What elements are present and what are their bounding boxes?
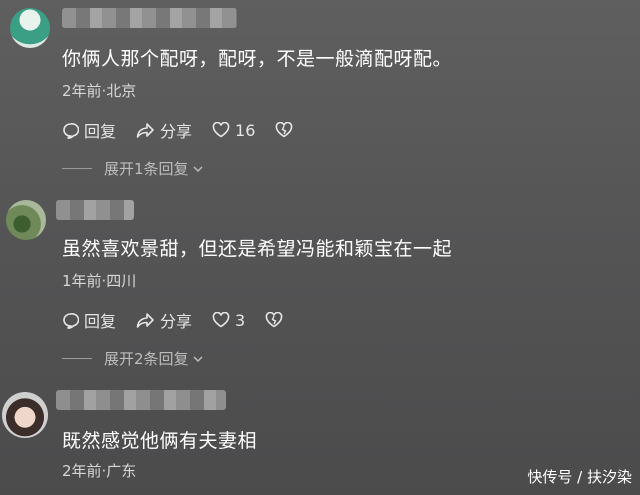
comment-meta: 2年前·北京 [62,82,137,100]
broken-heart-icon [276,122,293,138]
expand-replies-button[interactable]: 展开2条回复 [62,348,205,369]
reply-button[interactable]: 回复 [62,118,116,142]
watermark: 快传号 / 扶汐染 [527,468,632,486]
like-count: 16 [235,120,256,140]
share-icon [136,122,154,138]
username-blurred[interactable] [56,390,226,410]
divider-line [62,168,92,169]
username-blurred[interactable] [62,8,237,28]
expand-label: 展开1条回复 [104,160,189,178]
comment-actions: 回复 分享 16 [62,118,318,142]
reply-icon [63,122,79,139]
username-blurred[interactable] [56,200,134,220]
comment-actions: 回复 分享 3 [62,308,308,332]
dislike-button[interactable] [275,122,298,138]
reply-label: 回复 [84,122,117,141]
avatar[interactable] [2,392,48,438]
avatar[interactable] [6,200,46,240]
comment-text: 虽然喜欢景甜，但还是希望冯能和颖宝在一起 [62,238,453,260]
comment-text: 既然感觉他俩有夫妻相 [62,430,258,452]
like-count: 3 [235,310,246,330]
chevron-down-icon [193,355,203,362]
comment-text: 你俩人那个配呀，配呀，不是一般滴配呀配。 [62,48,453,70]
dislike-button[interactable] [265,312,288,328]
heart-icon [212,122,230,138]
comment-meta: 1年前·四川 [62,272,137,290]
expand-label: 展开2条回复 [104,350,189,368]
share-icon [136,312,154,328]
chevron-down-icon [193,165,203,172]
heart-icon [212,312,230,328]
share-button[interactable]: 分享 [136,118,192,142]
share-label: 分享 [160,312,193,331]
broken-heart-icon [265,312,283,328]
reply-icon [63,312,79,329]
share-button[interactable]: 分享 [136,308,192,332]
divider-line [62,358,92,359]
share-label: 分享 [160,122,193,141]
reply-label: 回复 [84,312,117,331]
comment-meta: 2年前·广东 [62,462,137,480]
expand-replies-button[interactable]: 展开1条回复 [62,158,205,179]
reply-button[interactable]: 回复 [62,308,116,332]
like-button[interactable]: 16 [212,121,255,140]
like-button[interactable]: 3 [212,311,245,330]
avatar[interactable] [10,8,50,48]
